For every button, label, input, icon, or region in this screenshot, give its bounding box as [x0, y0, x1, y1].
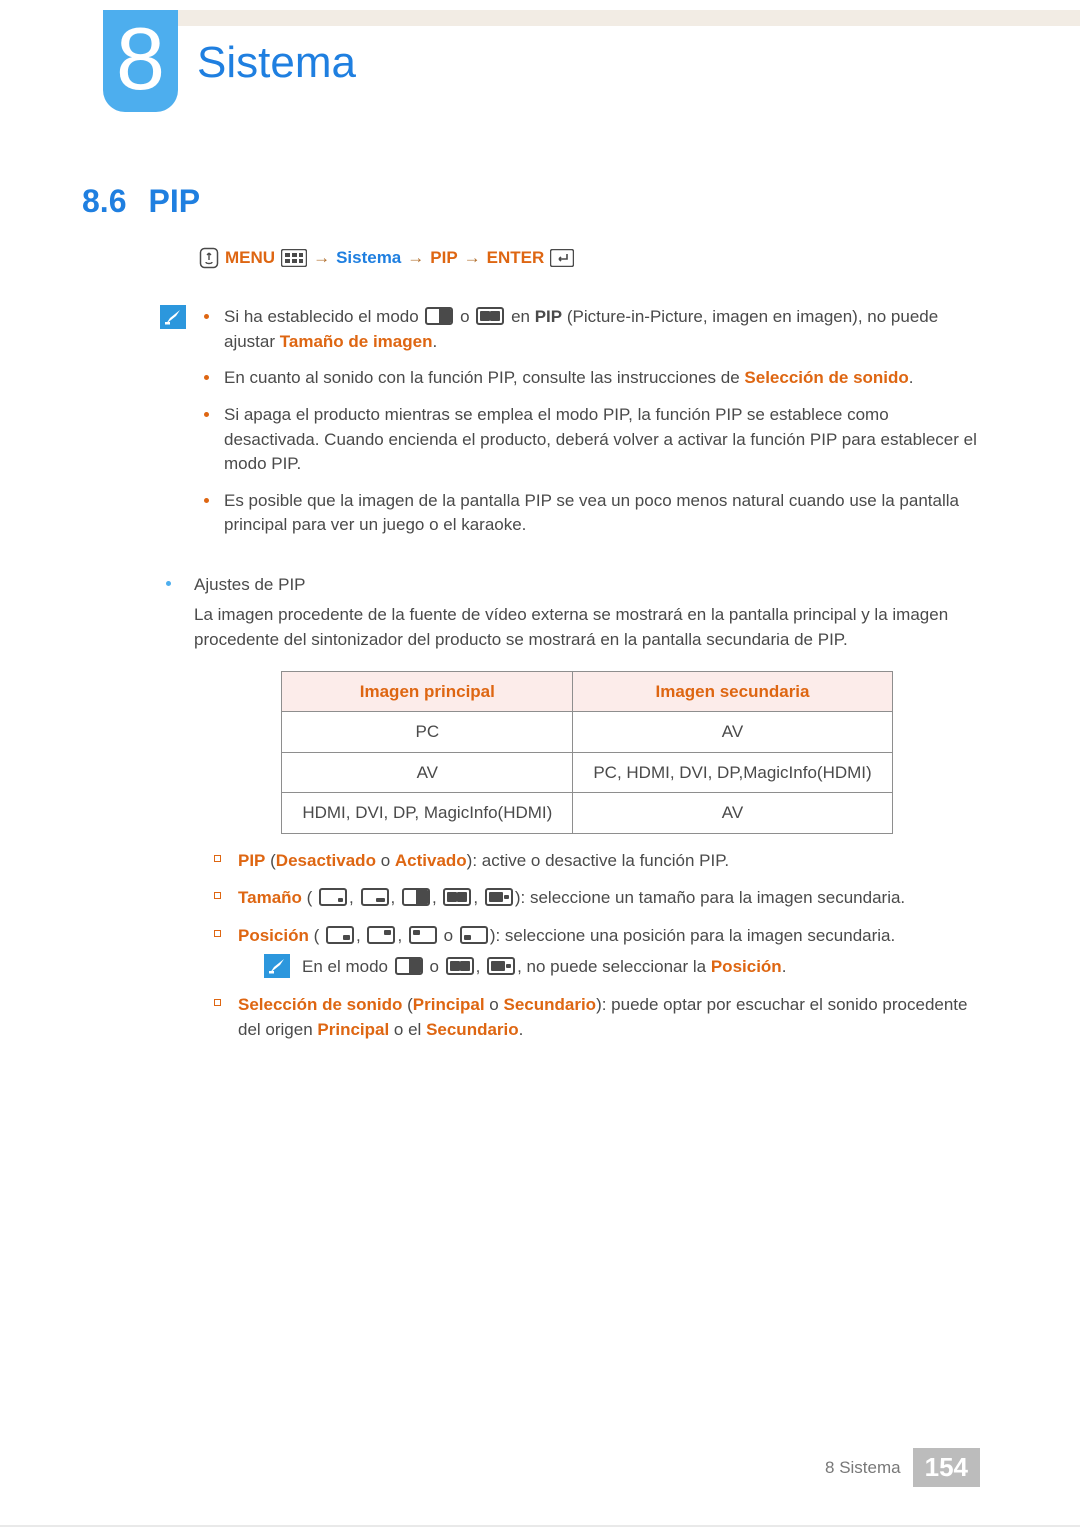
pos-icon-br: [326, 926, 354, 944]
note-icon: [264, 954, 290, 978]
settings-list: Ajustes de PIP La imagen procedente de l…: [82, 572, 980, 1043]
note-item-4: Es posible que la imagen de la pantalla …: [200, 489, 980, 538]
section-heading: 8.6 PIP: [82, 183, 200, 220]
note-block: Si ha establecido el modo o en PIP (Pict…: [160, 305, 980, 550]
option-position: Posición ( , , o ): seleccione una posic…: [212, 923, 980, 980]
chapter-number: 8: [103, 10, 178, 112]
size-icon-3: [402, 888, 430, 906]
layout-large-small-icon: [487, 957, 515, 975]
nav-pip-label: PIP: [430, 248, 457, 268]
options-list: PIP (Desactivado o Activado): active o d…: [212, 848, 980, 1043]
nav-arrow-1: →: [313, 248, 330, 268]
option-size: Tamaño ( , , , , ): seleccione un tamaño…: [212, 885, 980, 911]
settings-item-ajustes: Ajustes de PIP La imagen procedente de l…: [160, 572, 980, 1043]
pip-source-table: Imagen principal Imagen secundaria PC AV…: [281, 671, 892, 834]
pos-icon-bl: [460, 926, 488, 944]
nav-enter-label: ENTER: [487, 248, 545, 268]
note-list: Si ha establecido el modo o en PIP (Pict…: [200, 305, 980, 550]
size-icon-4: [443, 888, 471, 906]
menu-path: MENU → Sistema → PIP → ENTER: [199, 247, 980, 269]
manual-page: 8 Sistema 8.6 PIP MENU → Sistema → PIP → …: [0, 0, 1080, 1527]
menu-grid-icon: [281, 249, 307, 267]
chapter-tab: 8: [103, 10, 178, 112]
page-number: 154: [913, 1448, 980, 1487]
section-number: 8.6: [82, 183, 126, 219]
table-row: PC AV: [282, 712, 892, 753]
table-row: HDMI, DVI, DP, MagicInfo(HDMI) AV: [282, 793, 892, 834]
nav-menu-label: MENU: [225, 248, 275, 268]
layout-half-icon: [425, 307, 453, 325]
pos-icon-tl: [409, 926, 437, 944]
nav-arrow-2: →: [407, 248, 424, 268]
note-icon: [160, 305, 186, 329]
left-rail: [44, 10, 46, 1525]
section-title: PIP: [148, 183, 200, 219]
layout-split-icon: [446, 957, 474, 975]
chapter-title: Sistema: [197, 38, 356, 88]
inner-note-text: En el modo o , , no puede seleccionar la…: [302, 954, 786, 980]
enter-icon: [550, 249, 574, 267]
layout-half-icon: [395, 957, 423, 975]
inner-note: En el modo o , , no puede seleccionar la…: [264, 954, 980, 980]
remote-hand-icon: [199, 247, 219, 269]
note-item-3: Si apaga el producto mientras se emplea …: [200, 403, 980, 477]
footer-label: 8 Sistema: [825, 1448, 901, 1487]
layout-split-icon: [476, 307, 504, 325]
table-header-principal: Imagen principal: [282, 671, 573, 712]
nav-arrow-3: →: [464, 248, 481, 268]
option-pip: PIP (Desactivado o Activado): active o d…: [212, 848, 980, 874]
note-item-1: Si ha establecido el modo o en PIP (Pict…: [200, 305, 980, 354]
size-icon-2: [361, 888, 389, 906]
option-sound: Selección de sonido (Principal o Secunda…: [212, 992, 980, 1043]
ajustes-title: Ajustes de PIP: [194, 572, 980, 598]
table-header-secundaria: Imagen secundaria: [573, 671, 892, 712]
note-item-2: En cuanto al sonido con la función PIP, …: [200, 366, 980, 391]
content: MENU → Sistema → PIP → ENTER Si ha estab…: [82, 247, 980, 1055]
top-strip: [177, 10, 1080, 26]
size-icon-1: [319, 888, 347, 906]
ajustes-desc: La imagen procedente de la fuente de víd…: [194, 602, 980, 653]
size-icon-5: [485, 888, 513, 906]
nav-system-label: Sistema: [336, 248, 401, 268]
pos-icon-tr: [367, 926, 395, 944]
table-row: AV PC, HDMI, DVI, DP,MagicInfo(HDMI): [282, 752, 892, 793]
page-footer: 8 Sistema 154: [825, 1448, 980, 1487]
